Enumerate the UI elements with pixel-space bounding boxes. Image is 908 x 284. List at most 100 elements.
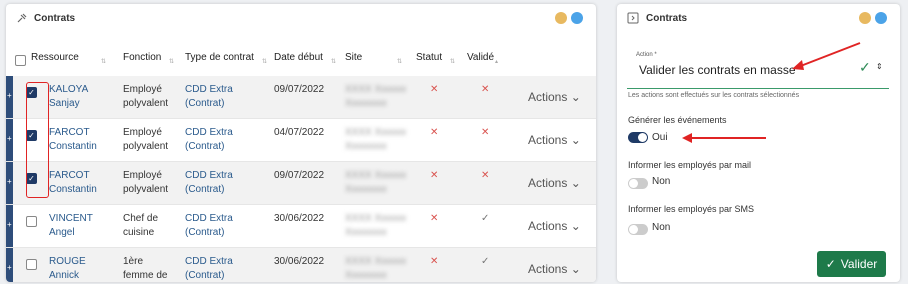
contracts-table-panel: Contrats Ressource ⇅ Fonction ⇅ Type de co… bbox=[6, 4, 596, 282]
status-cross-icon: ✕ bbox=[430, 84, 439, 95]
status-cross-icon: ✕ bbox=[430, 127, 439, 138]
actions-dropdown[interactable]: Actions ⌄ bbox=[528, 219, 581, 233]
column-header-fonction[interactable]: Fonction ⇅ bbox=[123, 52, 178, 76]
table-row[interactable]: + VINCENT Angel Chef de cuisine CDD Extra(… bbox=[6, 205, 596, 248]
selection-highlight-box bbox=[26, 82, 49, 198]
plus-icon: + bbox=[7, 220, 12, 229]
mail-label: Informer les employés par mail bbox=[628, 160, 752, 170]
sort-icon: ⇅ bbox=[397, 59, 403, 65]
row-expand[interactable]: + bbox=[6, 76, 13, 118]
site: XXXX Xxxxxx Xxxxxxxx bbox=[345, 127, 407, 152]
actions-dropdown[interactable]: Actions ⌄ bbox=[528, 133, 581, 147]
fonction: 1ère femme de bbox=[123, 256, 168, 281]
panel-dots bbox=[859, 12, 887, 24]
fonction: Employé polyvalent bbox=[123, 84, 169, 109]
site: XXXX Xxxxxx Xxxxxxxx bbox=[345, 256, 407, 281]
mail-toggle-label: Non bbox=[652, 176, 671, 187]
events-label: Générer les événements bbox=[628, 115, 727, 125]
action-select[interactable]: Valider les contrats en masse bbox=[639, 63, 796, 77]
validated-cross-icon: ✕ bbox=[481, 84, 490, 95]
column-header-type[interactable]: Type de contrat ⇅ bbox=[185, 52, 270, 76]
table-row[interactable]: + ✓ KALOYA Sanjay Employé polyvalent CDD E… bbox=[6, 76, 596, 119]
contract-type[interactable]: CDD Extra (Contrat) bbox=[185, 126, 233, 154]
validated-cross-icon: ✕ bbox=[481, 127, 490, 138]
actions-dropdown[interactable]: Actions ⌄ bbox=[528, 262, 581, 276]
validated-cross-icon: ✕ bbox=[481, 170, 490, 181]
resource-name[interactable]: VINCENT Angel bbox=[49, 212, 93, 240]
action-field-underline bbox=[627, 88, 889, 89]
sort-icon: ▴ bbox=[495, 59, 499, 65]
contract-type[interactable]: CDD Extra (Contrat) bbox=[185, 83, 233, 111]
dot-orange[interactable] bbox=[859, 12, 871, 24]
table-row[interactable]: + ✓ FARCOT Constantin Employé polyvalent C… bbox=[6, 119, 596, 162]
sms-label: Informer les employés par SMS bbox=[628, 204, 755, 214]
row-expand[interactable]: + bbox=[6, 248, 13, 282]
validate-button[interactable]: ✓ Valider bbox=[817, 251, 886, 277]
plus-icon: + bbox=[7, 263, 12, 272]
table-row[interactable]: + ✓ FARCOT Constantin Employé polyvalent C… bbox=[6, 162, 596, 205]
column-header-valide[interactable]: Validé ▴ bbox=[467, 52, 509, 76]
chevron-down-icon: ⌄ bbox=[570, 133, 581, 147]
select-all-checkbox[interactable] bbox=[15, 55, 26, 66]
gavel-icon bbox=[17, 13, 27, 23]
column-header-date[interactable]: Date début ⇅ bbox=[274, 52, 339, 76]
dot-orange[interactable] bbox=[555, 12, 567, 24]
sms-toggle[interactable] bbox=[628, 224, 648, 235]
site: XXXX Xxxxxx Xxxxxxxx bbox=[345, 170, 407, 195]
validated-check-icon: ✓ bbox=[481, 213, 490, 224]
resource-name[interactable]: FARCOT Constantin bbox=[49, 169, 97, 197]
table-row[interactable]: + ROUGE Annick 1ère femme de CDD Extra (Con… bbox=[6, 248, 596, 282]
fonction: Chef de cuisine bbox=[123, 213, 159, 238]
contract-type[interactable]: CDD Extra (Contrat) bbox=[185, 255, 233, 282]
start-date: 04/07/2022 bbox=[274, 127, 325, 138]
plus-icon: + bbox=[7, 177, 12, 186]
row-checkbox[interactable] bbox=[26, 259, 37, 270]
chevron-down-icon: ⌄ bbox=[570, 176, 581, 190]
chevron-down-icon: ⌄ bbox=[570, 90, 581, 104]
dot-blue[interactable] bbox=[571, 12, 583, 24]
actions-dropdown[interactable]: Actions ⌄ bbox=[528, 90, 581, 104]
row-expand[interactable]: + bbox=[6, 119, 13, 161]
start-date: 09/07/2022 bbox=[274, 170, 325, 181]
sms-toggle-label: Non bbox=[652, 222, 671, 233]
mail-toggle[interactable] bbox=[628, 178, 648, 189]
events-toggle[interactable] bbox=[628, 132, 648, 143]
site: XXXX Xxxxxx Xxxxxxxx bbox=[345, 213, 407, 238]
sort-icon: ⇅ bbox=[450, 59, 456, 65]
row-checkbox[interactable] bbox=[26, 216, 37, 227]
validated-check-icon: ✓ bbox=[481, 256, 490, 267]
dot-blue[interactable] bbox=[875, 12, 887, 24]
start-date: 09/07/2022 bbox=[274, 84, 325, 95]
row-expand[interactable]: + bbox=[6, 162, 13, 204]
site: XXXX Xxxxxx Xxxxxxxx bbox=[345, 84, 407, 109]
status-cross-icon: ✕ bbox=[430, 213, 439, 224]
select-arrows-icon[interactable]: ⇕ bbox=[876, 62, 883, 71]
contract-type[interactable]: CDD Extra (Contrat) bbox=[185, 169, 233, 197]
resource-name[interactable]: FARCOT Constantin bbox=[49, 126, 97, 154]
fonction: Employé polyvalent bbox=[123, 127, 169, 152]
resource-name[interactable]: ROUGE Annick bbox=[49, 255, 86, 282]
contract-type[interactable]: CDD Extra (Contrat) bbox=[185, 212, 233, 240]
sort-icon: ⇅ bbox=[101, 59, 107, 65]
panel-dots bbox=[555, 12, 583, 24]
chevron-down-icon: ⌄ bbox=[570, 262, 581, 276]
plus-icon: + bbox=[7, 134, 12, 143]
sort-icon: ⇅ bbox=[262, 59, 268, 65]
column-header-ressource[interactable]: Ressource ⇅ bbox=[31, 52, 106, 76]
check-icon: ✓ bbox=[825, 257, 836, 271]
help-text: Les actions sont effectués sur les contr… bbox=[628, 92, 800, 99]
status-cross-icon: ✕ bbox=[430, 170, 439, 181]
row-expand[interactable]: + bbox=[6, 205, 13, 247]
column-header-site[interactable]: Site ⇅ bbox=[345, 52, 405, 76]
annotation-arrow-1 bbox=[792, 42, 861, 70]
annotation-arrow-2 bbox=[682, 133, 766, 143]
plus-icon: + bbox=[7, 91, 12, 100]
panel-title: Contrats bbox=[646, 13, 688, 24]
panel-icon bbox=[627, 12, 639, 24]
actions-dropdown[interactable]: Actions ⌄ bbox=[528, 176, 581, 190]
resource-name[interactable]: KALOYA Sanjay bbox=[49, 83, 88, 111]
column-header-statut[interactable]: Statut ⇅ bbox=[416, 52, 458, 76]
start-date: 30/06/2022 bbox=[274, 256, 325, 267]
status-cross-icon: ✕ bbox=[430, 256, 439, 267]
sort-icon: ⇅ bbox=[331, 59, 337, 65]
